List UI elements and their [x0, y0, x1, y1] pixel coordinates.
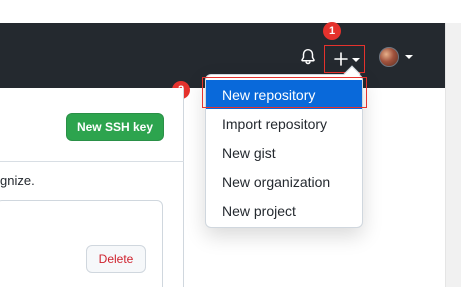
menu-item-new-project[interactable]: New project: [206, 196, 362, 225]
menu-item-new-organization[interactable]: New organization: [206, 167, 362, 196]
description-text: gnize.: [0, 173, 35, 188]
menu-item-import-repository[interactable]: Import repository: [206, 109, 362, 138]
annotation-step-1-badge: 1: [323, 22, 341, 40]
new-ssh-key-button[interactable]: New SSH key: [66, 113, 164, 141]
avatar-caret-down-icon: [405, 55, 413, 59]
menu-item-new-repository[interactable]: New repository: [206, 80, 362, 109]
ssh-key-item: [0, 200, 163, 287]
menu-item-new-gist[interactable]: New gist: [206, 138, 362, 167]
browser-top-strip: [0, 0, 461, 23]
notifications-bell-icon[interactable]: [299, 48, 317, 66]
delete-button[interactable]: Delete: [86, 245, 146, 273]
avatar: [379, 47, 399, 67]
create-new-dropdown-menu: New repository Import repository New gis…: [205, 65, 363, 228]
bell-icon: [301, 48, 315, 65]
section-divider: [0, 161, 184, 162]
scrollbar-track[interactable]: [445, 23, 461, 287]
user-menu-button[interactable]: [379, 47, 413, 67]
create-new-button[interactable]: [324, 45, 365, 73]
caret-down-icon: [352, 57, 360, 62]
plus-icon: [334, 52, 348, 66]
